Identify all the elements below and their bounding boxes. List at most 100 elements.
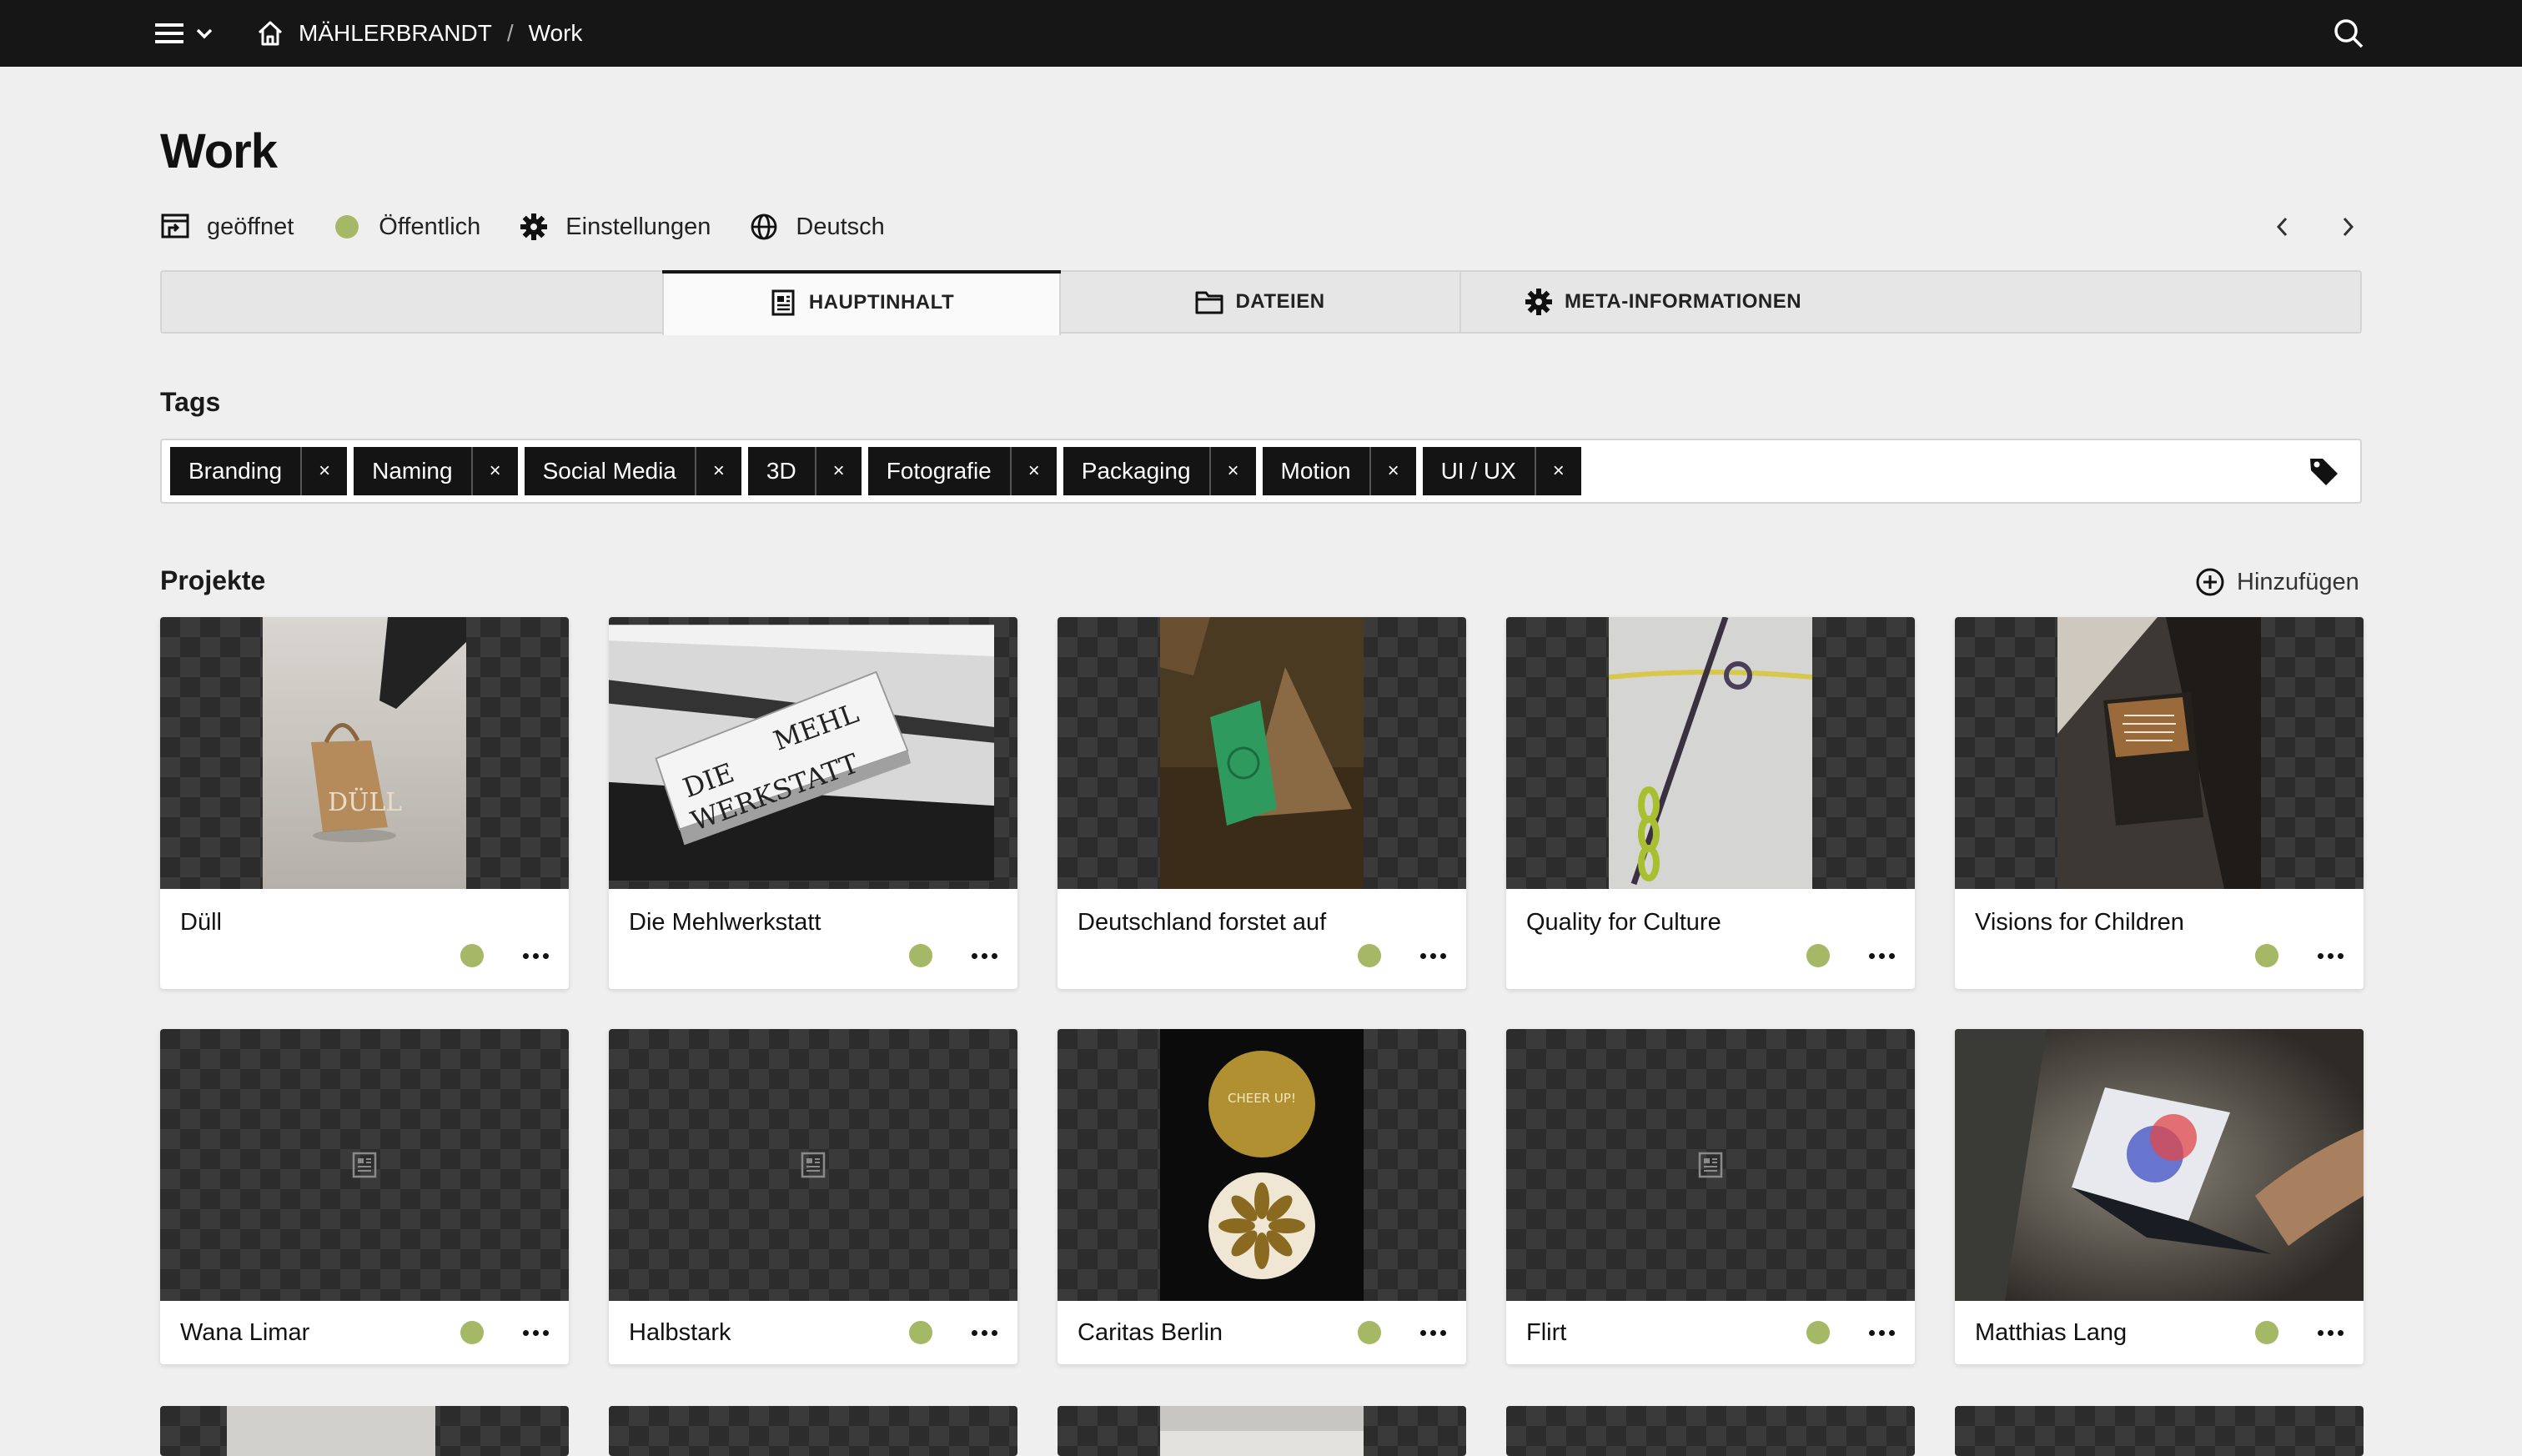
project-thumbnail	[1506, 1029, 1915, 1301]
more-options-button[interactable]	[1865, 1319, 1898, 1346]
next-page-button[interactable]	[2332, 210, 2365, 244]
project-title: Visions for Children	[1975, 909, 2184, 936]
globe-icon	[749, 212, 779, 242]
tab-main-content[interactable]: HAUPTINHALT	[662, 270, 1061, 335]
project-photo	[1160, 617, 1364, 889]
visibility-label: Öffentlich	[379, 213, 481, 240]
status-dot-icon	[909, 944, 932, 967]
more-options-button[interactable]	[2314, 942, 2347, 969]
hamburger-icon	[155, 23, 183, 43]
status-toggle[interactable]: geöffnet	[160, 212, 294, 242]
remove-tag-button[interactable]: ×	[814, 447, 862, 495]
project-card[interactable]: Wana Limar	[160, 1029, 569, 1364]
tag-label: Packaging	[1081, 458, 1191, 484]
project-caption: Caritas Berlin	[1058, 1301, 1466, 1364]
status-dot-icon	[1806, 944, 1830, 967]
project-photo: DIE MEHL WERKSTATT	[609, 625, 994, 881]
project-photo	[1955, 1029, 2364, 1301]
tab-files[interactable]: DATEIEN	[1061, 272, 1461, 332]
add-project-button[interactable]: Hinzufügen	[2195, 565, 2359, 599]
project-card-partial[interactable]	[1955, 1406, 2364, 1456]
more-options-button[interactable]	[967, 1319, 1001, 1346]
home-icon[interactable]	[255, 18, 285, 48]
project-title: Düll	[180, 909, 222, 936]
content-tabs: HAUPTINHALT DATEIEN META-INFORMATIONEN	[160, 270, 2362, 335]
remove-tag-button[interactable]: ×	[1009, 447, 1057, 495]
project-card-partial[interactable]	[609, 1406, 1017, 1456]
project-caption: Visions for Children	[1955, 889, 2364, 989]
badge-text: CHEER UP!	[1228, 1091, 1296, 1106]
tag-label: Motion	[1280, 458, 1351, 484]
remove-tag-button[interactable]: ×	[1369, 447, 1416, 495]
project-title: Deutschland forstet auf	[1078, 909, 1327, 936]
project-title: Flirt	[1526, 1319, 1567, 1346]
more-options-button[interactable]	[1416, 1319, 1449, 1346]
status-dot-icon	[1806, 1321, 1830, 1344]
breadcrumb-separator: /	[506, 20, 514, 46]
settings-button[interactable]: Einstellungen	[519, 212, 711, 242]
tag-chip: Social Media ×	[524, 447, 741, 495]
project-card-partial[interactable]	[160, 1406, 569, 1456]
remove-tag-button[interactable]: ×	[300, 447, 347, 495]
search-icon[interactable]	[2332, 17, 2365, 50]
remove-tag-button[interactable]: ×	[1208, 447, 1256, 495]
status-dot-icon	[1358, 944, 1381, 967]
language-label: Deutsch	[796, 213, 885, 240]
prev-page-button[interactable]	[2265, 210, 2298, 244]
project-card[interactable]: Halbstark	[609, 1029, 1017, 1364]
chevron-right-icon	[2343, 217, 2354, 237]
project-card[interactable]: Flirt	[1506, 1029, 1915, 1364]
more-options-button[interactable]	[519, 942, 552, 969]
plus-circle-icon	[2196, 568, 2224, 596]
project-thumbnail	[160, 1029, 569, 1301]
remove-tag-button[interactable]: ×	[694, 447, 741, 495]
more-options-button[interactable]	[1416, 942, 1449, 969]
breadcrumb-root[interactable]: MÄHLERBRANDT	[299, 20, 492, 47]
more-options-button[interactable]	[519, 1319, 552, 1346]
project-title: Halbstark	[629, 1319, 731, 1346]
status-dot-icon	[909, 1321, 932, 1344]
visibility-toggle[interactable]: Öffentlich	[332, 212, 480, 242]
project-card[interactable]: Quality for Culture	[1506, 617, 1915, 989]
tag-chip: UI / UX ×	[1422, 447, 1581, 495]
status-dot-icon	[460, 944, 484, 967]
breadcrumb: MÄHLERBRANDT / Work	[255, 0, 582, 67]
remove-tag-button[interactable]: ×	[470, 447, 518, 495]
visibility-dot-icon	[332, 212, 362, 242]
project-card-partial[interactable]	[1058, 1406, 1466, 1456]
status-dot-icon	[2255, 1321, 2278, 1344]
project-card[interactable]: Matthias Lang	[1955, 1029, 2364, 1364]
project-title: Wana Limar	[180, 1319, 310, 1346]
tag-list: Branding × Naming × Social Media × 3D × Foto…	[170, 447, 1581, 495]
tab-meta-label: META-INFORMATIONEN	[1565, 290, 1802, 313]
project-card-partial[interactable]	[1506, 1406, 1915, 1456]
more-options-button[interactable]	[2314, 1319, 2347, 1346]
project-caption: Halbstark	[609, 1301, 1017, 1364]
more-options-button[interactable]	[1865, 942, 1898, 969]
project-card[interactable]: DIE MEHL WERKSTATT Die Mehlwerkstatt	[609, 617, 1017, 989]
document-placeholder-icon	[1698, 1152, 1723, 1178]
tab-spacer	[162, 272, 662, 332]
chevron-down-icon	[196, 28, 213, 39]
project-card[interactable]: Deutschland forstet auf	[1058, 617, 1466, 989]
status-dot-icon	[1358, 1321, 1381, 1344]
tag-chip: Fotografie ×	[867, 447, 1057, 495]
tab-meta-information[interactable]: META-INFORMATIONEN	[1461, 272, 2360, 332]
tag-icon	[2310, 459, 2338, 485]
project-photo	[1160, 1406, 1364, 1456]
project-thumbnail: CHEER UP!	[1058, 1029, 1466, 1301]
project-photo: CHEER UP!	[1160, 1029, 1364, 1301]
project-card[interactable]: Visions for Children	[1955, 617, 2364, 989]
add-project-label: Hinzufügen	[2237, 568, 2359, 595]
main-menu-button[interactable]	[155, 18, 230, 48]
more-options-button[interactable]	[967, 942, 1001, 969]
tags-field[interactable]: Branding × Naming × Social Media × 3D × Foto…	[160, 439, 2362, 504]
gear-icon	[519, 212, 549, 242]
project-photo	[2057, 617, 2261, 889]
tag-label: Branding	[188, 458, 283, 484]
language-button[interactable]: Deutsch	[749, 212, 885, 242]
page-meta-bar: geöffnet Öffentlich Einstellungen Deutsc…	[160, 210, 923, 244]
project-card[interactable]: DÜLL Düll	[160, 617, 569, 989]
project-card[interactable]: CHEER UP! Caritas Berlin	[1058, 1029, 1466, 1364]
remove-tag-button[interactable]: ×	[1534, 447, 1581, 495]
